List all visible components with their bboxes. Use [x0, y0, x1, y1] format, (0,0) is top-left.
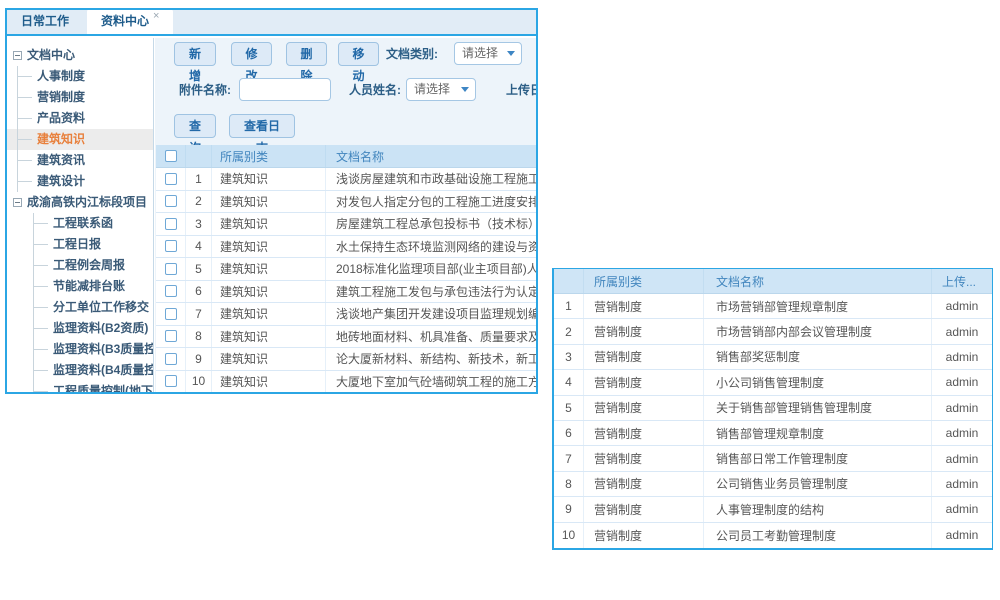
table-row[interactable]: 2 建筑知识 对发包人指定分包的工程施工进度安排...: [156, 191, 536, 214]
tab-bar: 日常工作 资料中心 ×: [7, 10, 536, 36]
tree-node[interactable]: 监理资料(B3质量控制): [7, 339, 153, 360]
row-checkbox[interactable]: [165, 173, 177, 185]
table-row[interactable]: 5 建筑知识 2018标准化监理项目部(业主项目部)人员...: [156, 258, 536, 281]
tree-node[interactable]: 建筑设计: [7, 171, 153, 192]
edit-button[interactable]: 修改: [231, 42, 272, 66]
search-button[interactable]: 查询: [174, 114, 216, 138]
marketing-documents-table: 所属别类 文档名称 上传... 1 营销制度 市场营销部管理规章制度 admin…: [552, 268, 993, 550]
tree-node-document-center[interactable]: 文档中心: [7, 45, 153, 66]
table-row[interactable]: 5 营销制度 关于销售部管理销售管理制度 admin: [554, 396, 992, 421]
category-tree: 文档中心 人事制度 营销制度 产品资料 建筑知识 建筑资讯 建筑设计 成渝高铁内…: [7, 38, 153, 392]
table-row[interactable]: 1 营销制度 市场营销部管理规章制度 admin: [554, 294, 992, 319]
upload-date-label: 上传日期: [506, 78, 536, 102]
row-checkbox[interactable]: [165, 195, 177, 207]
tree-node-project[interactable]: 成渝高铁内江标段项目: [7, 192, 153, 213]
table-row[interactable]: 3 建筑知识 房屋建筑工程总承包投标书（技术标）...: [156, 213, 536, 236]
row-checkbox[interactable]: [165, 240, 177, 252]
col-doc-name: 文档名称: [704, 269, 932, 293]
tab-data-center[interactable]: 资料中心 ×: [87, 8, 173, 34]
dropdown-caret-icon: [461, 87, 469, 92]
tab-daily-work[interactable]: 日常工作: [7, 8, 83, 34]
person-name-label: 人员姓名:: [349, 78, 401, 102]
col-category: 所属别类: [212, 145, 326, 167]
table-row[interactable]: 2 营销制度 市场营销部内部会议管理制度 admin: [554, 319, 992, 344]
add-button[interactable]: 新增: [174, 42, 216, 66]
table-row[interactable]: 6 营销制度 销售部管理规章制度 admin: [554, 421, 992, 446]
collapse-icon[interactable]: [13, 51, 22, 60]
row-checkbox[interactable]: [165, 375, 177, 387]
row-checkbox[interactable]: [165, 218, 177, 230]
collapse-icon[interactable]: [13, 198, 22, 207]
tree-node[interactable]: 人事制度: [7, 66, 153, 87]
document-table: 所属别类 文档名称 1 建筑知识 浅谈房屋建筑和市政基础设施工程施工... 2 …: [156, 145, 536, 392]
person-name-select[interactable]: 请选择: [406, 78, 476, 101]
row-checkbox[interactable]: [165, 353, 177, 365]
col-category: 所属别类: [584, 269, 704, 293]
table-row[interactable]: 7 营销制度 销售部日常工作管理制度 admin: [554, 446, 992, 471]
tree-node[interactable]: 工程联系函: [7, 213, 153, 234]
tree-node[interactable]: 分工单位工作移交: [7, 297, 153, 318]
table-row[interactable]: 10 营销制度 公司员工考勤管理制度 admin: [554, 523, 992, 548]
document-center-window: 日常工作 资料中心 × 文档中心 人事制度 营销制度 产品资料 建筑知识 建筑资讯…: [5, 8, 538, 394]
row-checkbox[interactable]: [165, 308, 177, 320]
doc-category-label: 文档类别:: [386, 42, 438, 66]
table-row[interactable]: 10 建筑知识 大厦地下室加气砼墙砌筑工程的施工方...: [156, 371, 536, 393]
view-log-button[interactable]: 查看日志: [229, 114, 295, 138]
tree-node[interactable]: 监理资料(B4质量控制): [7, 360, 153, 381]
tree-node[interactable]: 节能减排台账: [7, 276, 153, 297]
tree-node[interactable]: 工程例会周报: [7, 255, 153, 276]
table-row[interactable]: 9 建筑知识 论大厦新材料、新结构、新技术，新工...: [156, 348, 536, 371]
table-row[interactable]: 6 建筑知识 建筑工程施工发包与承包违法行为认定...: [156, 281, 536, 304]
tree-node[interactable]: 建筑资讯: [7, 150, 153, 171]
table-row[interactable]: 7 建筑知识 浅谈地产集团开发建设项目监理规划编...: [156, 303, 536, 326]
tree-node-selected[interactable]: 建筑知识: [7, 129, 153, 150]
col-doc-name: 文档名称: [326, 145, 536, 167]
tree-node[interactable]: 产品资料: [7, 108, 153, 129]
attachment-name-label: 附件名称:: [179, 78, 231, 102]
close-icon[interactable]: ×: [153, 10, 159, 22]
table-row[interactable]: 4 营销制度 小公司销售管理制度 admin: [554, 370, 992, 395]
select-all-checkbox[interactable]: [165, 150, 177, 162]
move-button[interactable]: 移动: [338, 42, 379, 66]
col-uploader: 上传...: [932, 269, 992, 293]
tab-data-center-label: 资料中心: [101, 14, 149, 28]
table-row[interactable]: 4 建筑知识 水土保持生态环境监测网络的建设与资...: [156, 236, 536, 259]
dropdown-caret-icon: [507, 51, 515, 56]
attachment-name-input[interactable]: [239, 78, 331, 101]
row-checkbox[interactable]: [165, 285, 177, 297]
screen: 日常工作 资料中心 × 文档中心 人事制度 营销制度 产品资料 建筑知识 建筑资讯…: [0, 0, 1000, 600]
delete-button[interactable]: 删除: [286, 42, 327, 66]
row-checkbox[interactable]: [165, 263, 177, 275]
table-header-row: 所属别类 文档名称: [156, 145, 536, 168]
tree-node[interactable]: 监理资料(B2资质): [7, 318, 153, 339]
row-checkbox[interactable]: [165, 330, 177, 342]
tree-node[interactable]: 工程质量控制(地下室): [7, 381, 153, 392]
table-row[interactable]: 8 建筑知识 地砖地面材料、机具准备、质量要求及...: [156, 326, 536, 349]
table-header-row: 所属别类 文档名称 上传...: [554, 269, 992, 294]
category-tree-sidebar: 文档中心 人事制度 营销制度 产品资料 建筑知识 建筑资讯 建筑设计 成渝高铁内…: [7, 38, 154, 392]
doc-category-select[interactable]: 请选择: [454, 42, 522, 65]
table-row[interactable]: 1 建筑知识 浅谈房屋建筑和市政基础设施工程施工...: [156, 168, 536, 191]
tree-node[interactable]: 营销制度: [7, 87, 153, 108]
table-row[interactable]: 3 营销制度 销售部奖惩制度 admin: [554, 345, 992, 370]
table-row[interactable]: 9 营销制度 人事管理制度的结构 admin: [554, 497, 992, 522]
table-row[interactable]: 8 营销制度 公司销售业务员管理制度 admin: [554, 472, 992, 497]
tree-node[interactable]: 工程日报: [7, 234, 153, 255]
document-list-pane: 新增 修改 删除 移动 文档类别: 请选择 文档 附件名称: 人员姓名: 请选择…: [155, 38, 536, 392]
